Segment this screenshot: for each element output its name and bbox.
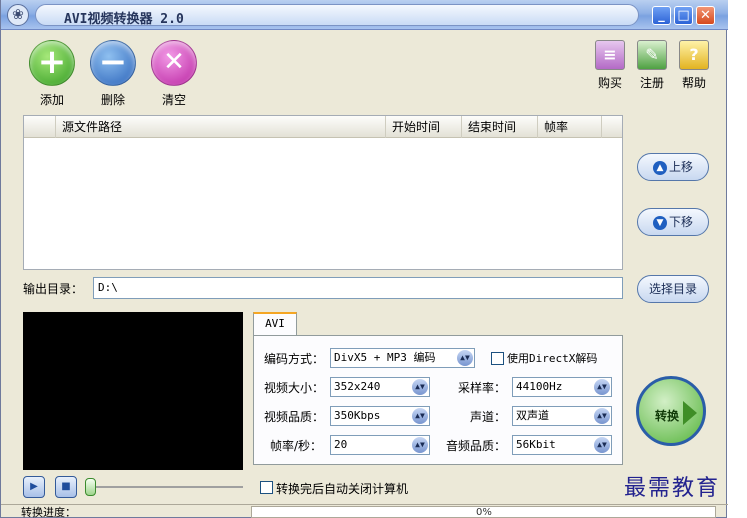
codec-label: 编码方式： [264,352,325,366]
move-up-button[interactable]: ▲ 上移 [637,153,709,181]
sample-rate-select[interactable]: 44100Hz ▲▼ [512,377,612,397]
codec-select[interactable]: DivX5 + MP3 编码 ▲▼ [330,348,475,368]
dropdown-icon: ▲▼ [457,350,473,366]
play-icon: ▶ [30,481,38,492]
channel-select[interactable]: 双声道 ▲▼ [512,406,612,426]
minus-icon: − [90,40,136,86]
audio-quality-value: 56Kbit [516,438,556,451]
help-button[interactable]: ? 帮助 [676,40,712,91]
video-size-select[interactable]: 352x240 ▲▼ [330,377,430,397]
plus-icon: + [29,40,75,86]
directx-label: 使用DirectX解码 [507,352,598,365]
clear-button[interactable]: ✕ 清空 [149,40,199,108]
minimize-icon: _ [658,8,665,23]
dropdown-icon: ▲▼ [594,379,610,395]
video-quality-value: 350Kbps [334,409,381,422]
move-down-label: 下移 [668,215,693,229]
channel-value: 双声道 [516,409,549,422]
channel-label: 声道： [470,410,507,424]
video-size-label: 视频大小： [264,381,325,395]
play-button[interactable]: ▶ [23,476,45,498]
register-button[interactable]: ✎ 注册 [634,40,670,91]
video-quality-select[interactable]: 350Kbps ▲▼ [330,406,430,426]
status-bar: 转换进度： 0% [1,504,728,518]
column-start-time[interactable]: 开始时间 [386,116,462,138]
title-pill: AVI视频转换器 2.0 [35,4,639,27]
cart-icon: ≡ [595,40,625,70]
fps-value: 20 [334,438,348,451]
app-logo-icon: ❀ [7,4,29,26]
help-label: 帮助 [681,76,706,90]
add-button[interactable]: + 添加 [27,40,77,108]
maximize-icon: □ [677,8,690,23]
file-list[interactable]: 源文件路径 开始时间 结束时间 帧率 [23,115,623,270]
dropdown-icon: ▲▼ [412,379,428,395]
help-icon: ? [679,40,709,70]
clear-label: 清空 [161,93,186,107]
progress-label: 转换进度： [21,506,76,518]
convert-label: 转换 [655,409,680,423]
directx-checkbox[interactable] [491,352,504,365]
output-dir-field[interactable]: D:\ [93,277,623,299]
window-title: AVI视频转换器 2.0 [64,12,184,27]
dropdown-icon: ▲▼ [594,408,610,424]
video-preview [23,312,243,470]
video-quality-label: 视频品质： [264,410,325,424]
buy-label: 购买 [597,76,622,90]
register-label: 注册 [639,76,664,90]
settings-panel: 编码方式： DivX5 + MP3 编码 ▲▼ 使用DirectX解码 视频大小… [253,335,623,465]
audio-quality-label: 音频品质： [446,439,507,453]
fps-label: 帧率/秒： [270,439,323,453]
dropdown-icon: ▲▼ [412,408,428,424]
move-up-label: 上移 [668,160,693,174]
choose-directory-label: 选择目录 [648,282,697,296]
output-dir-label: 输出目录： [23,282,84,296]
sample-rate-label: 采样率： [458,381,507,395]
stop-icon: ■ [61,481,71,492]
audio-quality-select[interactable]: 56Kbit ▲▼ [512,435,612,455]
close-button[interactable]: ✕ [696,6,715,25]
title-bar[interactable]: ❀ AVI视频转换器 2.0 _ □ ✕ [1,0,728,30]
dropdown-icon: ▲▼ [594,437,610,453]
file-list-header: 源文件路径 开始时间 结束时间 帧率 [24,116,622,138]
add-label: 添加 [39,93,64,107]
seek-slider-thumb[interactable] [85,478,96,496]
dropdown-icon: ▲▼ [412,437,428,453]
convert-button[interactable]: 转换 [636,376,706,446]
progress-percent: 0% [476,507,492,518]
column-frame-rate[interactable]: 帧率 [538,116,602,138]
fps-select[interactable]: 20 ▲▼ [330,435,430,455]
close-icon: ✕ [700,8,711,23]
clear-x-icon: ✕ [151,40,197,86]
play-arrow-icon [683,401,697,425]
buy-button[interactable]: ≡ 购买 [592,40,628,91]
watermark-text: 最需教育 [624,476,721,501]
main-window: ❀ AVI视频转换器 2.0 _ □ ✕ + 添加 − 删除 ✕ 清空 ≡ 购买… [0,0,728,518]
move-down-button[interactable]: ▼ 下移 [637,208,709,236]
maximize-button[interactable]: □ [674,6,693,25]
double-down-icon: ▼ [652,215,667,230]
seek-slider-track[interactable] [91,486,243,488]
column-end-time[interactable]: 结束时间 [462,116,538,138]
auto-shutdown-checkbox[interactable] [260,481,273,494]
delete-button[interactable]: − 删除 [88,40,138,108]
tab-avi[interactable]: AVI [253,312,297,336]
choose-directory-button[interactable]: 选择目录 [637,275,709,303]
column-blank [24,116,56,138]
register-icon: ✎ [637,40,667,70]
minimize-button[interactable]: _ [652,6,671,25]
codec-value: DivX5 + MP3 编码 [334,351,436,364]
column-source-path[interactable]: 源文件路径 [56,116,386,138]
auto-shutdown-label: 转换完后自动关闭计算机 [276,482,409,496]
stop-button[interactable]: ■ [55,476,77,498]
double-up-icon: ▲ [652,160,667,175]
delete-label: 删除 [100,93,125,107]
video-size-value: 352x240 [334,380,381,393]
sample-rate-value: 44100Hz [516,380,563,393]
